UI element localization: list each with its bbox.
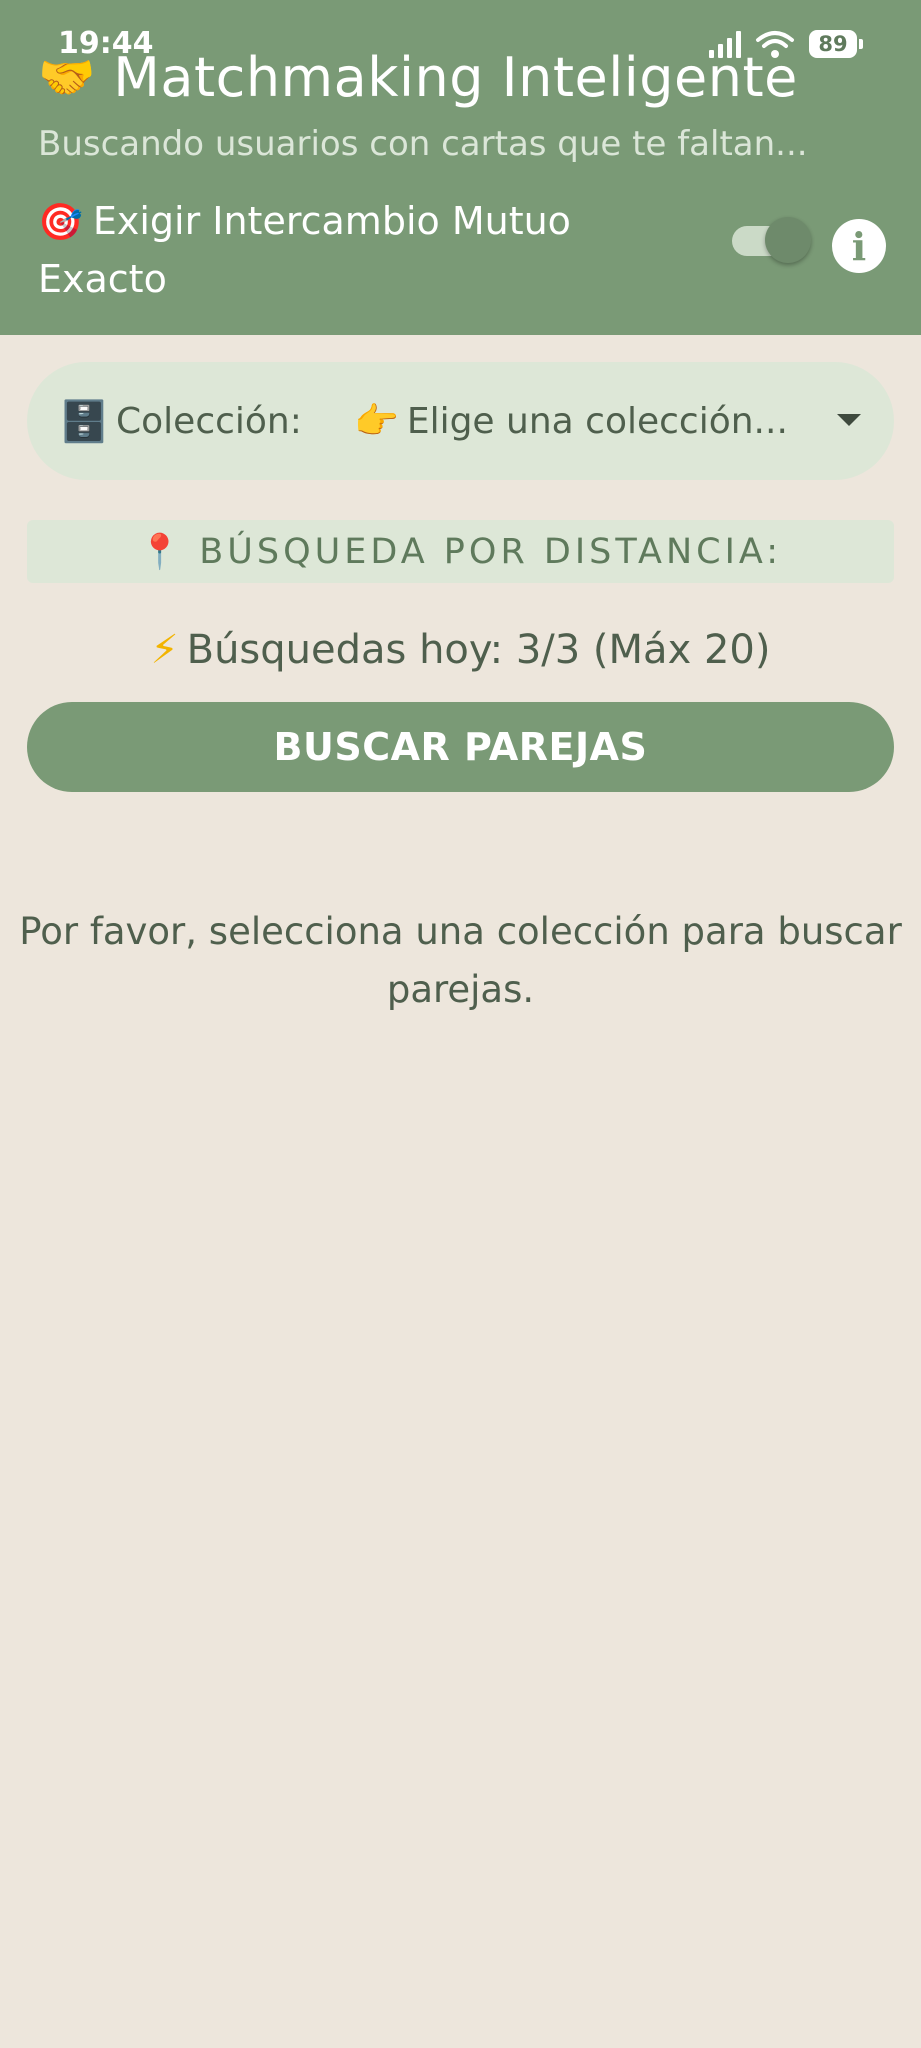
distance-label: BÚSQUEDA POR DISTANCIA: [199,531,783,572]
search-matches-button[interactable]: BUSCAR PAREJAS [27,702,894,792]
collection-dropdown[interactable]: 🗄️ Colección: 👉 Elige una colección... [27,362,894,480]
mutual-exchange-toggle[interactable] [732,217,811,263]
collection-value-text: Elige una colección... [406,401,788,442]
target-icon: 🎯 [38,202,83,243]
pointing-hand-icon: 👉 [354,401,399,442]
pin-icon: 📍 [138,531,182,572]
lightning-bolt-icon: ⚡ [150,627,179,673]
status-icons: 89 [709,28,863,60]
searches-today-text: Búsquedas hoy: 3/3 (Máx 20) [186,627,771,673]
chevron-down-icon [837,414,861,426]
mutual-exchange-label: 🎯 Exigir Intercambio Mutuo Exacto [38,193,638,307]
page-subtitle: Buscando usuarios con cartas que te falt… [38,124,808,164]
info-icon[interactable]: i [832,219,886,273]
distance-search-header[interactable]: 📍 BÚSQUEDA POR DISTANCIA: [27,520,894,583]
searches-today: ⚡ Búsquedas hoy: 3/3 (Máx 20) [0,627,921,673]
toggle-thumb [765,217,811,263]
empty-state-message: Por favor, selecciona una colección para… [19,910,902,1011]
collection-label: Colección: [116,400,302,442]
wifi-icon [756,31,794,58]
status-bar: 19:44 89 [0,0,921,80]
file-cabinet-icon: 🗄️ [59,398,109,445]
signal-icon [709,30,741,58]
mutual-exchange-text: Exigir Intercambio Mutuo Exacto [38,199,571,301]
status-time: 19:44 [58,26,154,61]
app-header: 19:44 89 🤝 Matchmaking Inteligente Busca… [0,0,921,335]
battery-icon: 89 [809,30,863,58]
collection-value: 👉 Elige una colección... [354,400,788,442]
